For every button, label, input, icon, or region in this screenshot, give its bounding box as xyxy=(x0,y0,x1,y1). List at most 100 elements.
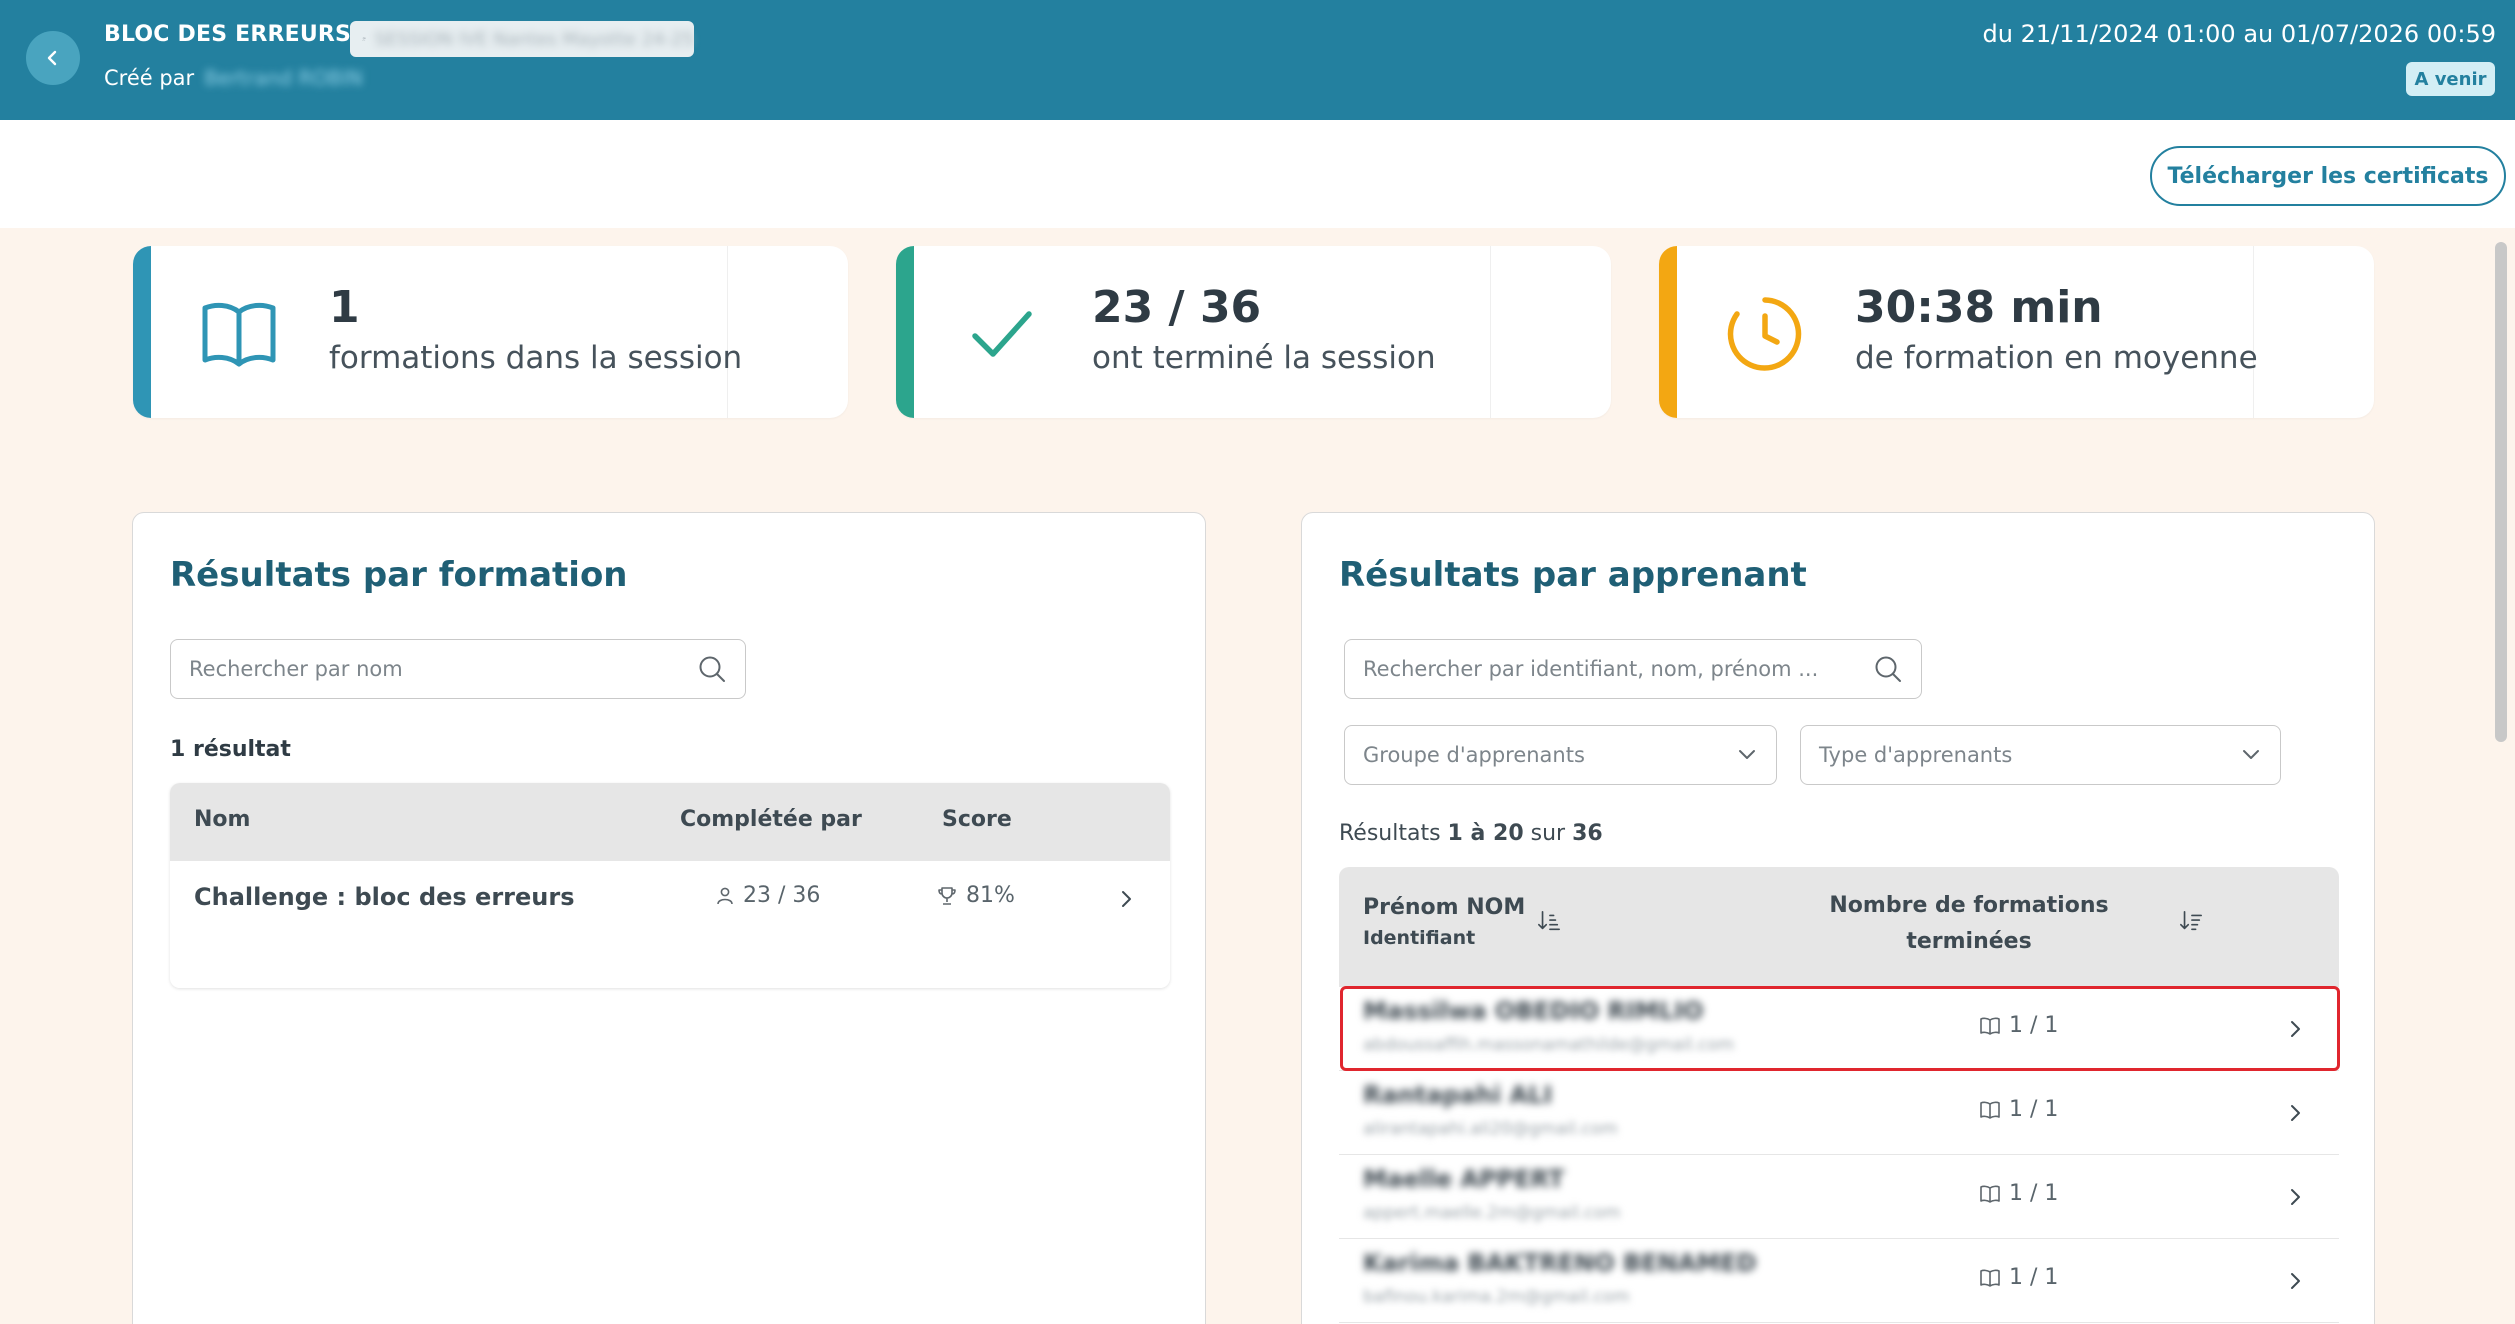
user-icon xyxy=(717,887,733,904)
chevron-right-icon[interactable] xyxy=(2283,1185,2307,1209)
search-placeholder: Rechercher par identifiant, nom, prénom … xyxy=(1363,657,1819,681)
sort-ascending-icon[interactable] xyxy=(1537,909,1561,933)
book-icon xyxy=(195,290,283,378)
stat-value: 30:38 min xyxy=(1855,282,2103,333)
learner-result-count: Résultats 1 à 20 sur 36 xyxy=(1339,821,1603,846)
table-row[interactable]: Massilwa OBEDIO RIMLIO abdoussaffih.mass… xyxy=(1339,987,2339,1071)
stat-card-formations: 1 formations dans la session xyxy=(133,246,848,418)
book-icon xyxy=(1980,1017,2000,1035)
stat-value: 23 / 36 xyxy=(1092,282,1262,333)
search-placeholder: Rechercher par nom xyxy=(189,657,403,681)
completed-count-cell: 1 / 1 xyxy=(1979,1097,2058,1122)
search-icon xyxy=(1875,656,1901,682)
completed-count-cell: 1 / 1 xyxy=(1979,1265,2058,1290)
stat-accent-bar xyxy=(896,246,914,418)
learner-name: Karima BAKTRENO BENAMED xyxy=(1363,1249,1757,1277)
stat-label: ont terminé la session xyxy=(1092,340,1436,376)
clock-icon xyxy=(1721,290,1809,378)
card-divider xyxy=(1490,246,1491,418)
chevron-right-icon[interactable] xyxy=(2283,1017,2307,1041)
creator-name: Bertrand ROBIN xyxy=(204,66,363,90)
completed-by-value: 23 / 36 xyxy=(743,883,821,908)
chevron-right-icon[interactable] xyxy=(2283,1269,2307,1293)
column-header-score: Score xyxy=(942,807,1012,832)
learner-table: Prénom NOM Identifiant Nombre de formati… xyxy=(1339,867,2339,1324)
learner-name: Rantapahi ALI xyxy=(1363,1081,1553,1109)
learner-identifier: alirantapahi.ali20@gmail.com xyxy=(1363,1119,1618,1139)
learner-identifier: appert.maelle.2m@gmail.com xyxy=(1363,1203,1621,1223)
column-header-name: Prénom NOM xyxy=(1363,895,1526,920)
formation-search-input[interactable]: Rechercher par nom xyxy=(170,639,746,699)
results-prefix: Résultats xyxy=(1339,821,1441,846)
column-header-name: Nom xyxy=(194,807,251,832)
formation-results-panel: Résultats par formation Rechercher par n… xyxy=(132,512,1206,1324)
completed-count: 1 / 1 xyxy=(2009,1181,2059,1206)
status-badge: A venir xyxy=(2406,62,2495,96)
results-range: 1 à 20 xyxy=(1447,821,1524,846)
table-row[interactable]: Karima BAKTRENO BENAMED bafinou.karima.2… xyxy=(1339,1239,2339,1323)
score-cell: 81% xyxy=(936,883,1015,908)
users-icon xyxy=(362,37,366,41)
learner-identifier: abdoussaffih.massonamathilde@gmail.com xyxy=(1363,1035,1735,1055)
action-toolbar: Télécharger les certificats xyxy=(0,120,2515,228)
learner-group-select[interactable]: Groupe d'apprenants xyxy=(1344,725,1777,785)
learner-type-select[interactable]: Type d'apprenants xyxy=(1800,725,2281,785)
panel-title: Résultats par formation xyxy=(170,555,628,595)
stat-value: 1 xyxy=(329,282,360,333)
download-certificates-button[interactable]: Télécharger les certificats xyxy=(2150,146,2506,206)
book-icon xyxy=(1980,1185,2000,1203)
stat-accent-bar xyxy=(1659,246,1677,418)
results-total: 36 xyxy=(1572,821,1603,846)
score-value: 81% xyxy=(966,883,1015,908)
chevron-right-icon[interactable] xyxy=(2283,1101,2307,1125)
completed-count: 1 / 1 xyxy=(2009,1097,2059,1122)
group-chip-label: SESSION IVE Nantes Mayotte 24-25 xyxy=(374,28,694,50)
book-icon xyxy=(1980,1269,2000,1287)
session-title: BLOC DES ERREURS xyxy=(104,22,352,47)
session-header: BLOC DES ERREURS SESSION IVE Nantes Mayo… xyxy=(0,0,2515,120)
chevron-down-icon xyxy=(1739,750,1755,759)
table-row[interactable]: Rantapahi ALI alirantapahi.ali20@gmail.c… xyxy=(1339,1071,2339,1155)
completed-count: 1 / 1 xyxy=(2009,1013,2059,1038)
card-divider xyxy=(727,246,728,418)
completed-by-cell: 23 / 36 xyxy=(715,883,820,908)
formation-name: Challenge : bloc des erreurs xyxy=(194,883,575,911)
learner-search-input[interactable]: Rechercher par identifiant, nom, prénom … xyxy=(1344,639,1922,699)
select-placeholder: Type d'apprenants xyxy=(1819,743,2013,767)
stat-card-completed: 23 / 36 ont terminé la session xyxy=(896,246,1611,418)
stat-label: formations dans la session xyxy=(329,340,743,376)
table-row[interactable]: Challenge : bloc des erreurs 23 / 36 81% xyxy=(170,861,1170,988)
session-date-range: du 21/11/2024 01:00 au 01/07/2026 00:59 xyxy=(1982,20,2497,48)
table-header: Prénom NOM Identifiant Nombre de formati… xyxy=(1339,867,2339,987)
search-icon xyxy=(699,656,725,682)
group-chip: SESSION IVE Nantes Mayotte 24-25 xyxy=(350,21,694,57)
stat-accent-bar xyxy=(133,246,151,418)
back-button[interactable] xyxy=(26,31,80,85)
formation-table: Nom Complétée par Score Challenge : bloc… xyxy=(170,783,1170,988)
chevron-right-icon[interactable] xyxy=(1114,887,1138,911)
results-mid: sur xyxy=(1530,821,1566,846)
chevron-left-icon xyxy=(47,50,57,66)
stat-card-duration: 30:38 min de formation en moyenne xyxy=(1659,246,2374,418)
completed-count-cell: 1 / 1 xyxy=(1979,1013,2058,1038)
learner-name: Massilwa OBEDIO RIMLIO xyxy=(1363,997,1704,1025)
created-by-label: Créé par xyxy=(104,66,195,90)
column-header-completed-line1: Nombre de formations xyxy=(1829,893,2109,918)
table-row[interactable]: Maelle APPERT appert.maelle.2m@gmail.com… xyxy=(1339,1155,2339,1239)
select-placeholder: Groupe d'apprenants xyxy=(1363,743,1585,767)
completed-count-cell: 1 / 1 xyxy=(1979,1181,2058,1206)
learner-identifier: bafinou.karima.2m@gmail.com xyxy=(1363,1287,1630,1307)
learner-results-panel: Résultats par apprenant Rechercher par i… xyxy=(1301,512,2375,1324)
sort-descending-icon[interactable] xyxy=(2179,909,2203,933)
column-header-completed-by: Complétée par xyxy=(680,807,862,832)
column-header-completed-line2: terminées xyxy=(1906,929,2032,954)
page-scrollbar[interactable] xyxy=(2495,242,2507,742)
stat-label: de formation en moyenne xyxy=(1855,340,2258,376)
column-header-identifier: Identifiant xyxy=(1363,927,1476,949)
result-count: 1 résultat xyxy=(170,737,291,762)
table-header: Nom Complétée par Score xyxy=(170,783,1170,861)
completed-count: 1 / 1 xyxy=(2009,1265,2059,1290)
book-icon xyxy=(1980,1101,2000,1119)
card-divider xyxy=(2253,246,2254,418)
chevron-down-icon xyxy=(2243,750,2259,759)
